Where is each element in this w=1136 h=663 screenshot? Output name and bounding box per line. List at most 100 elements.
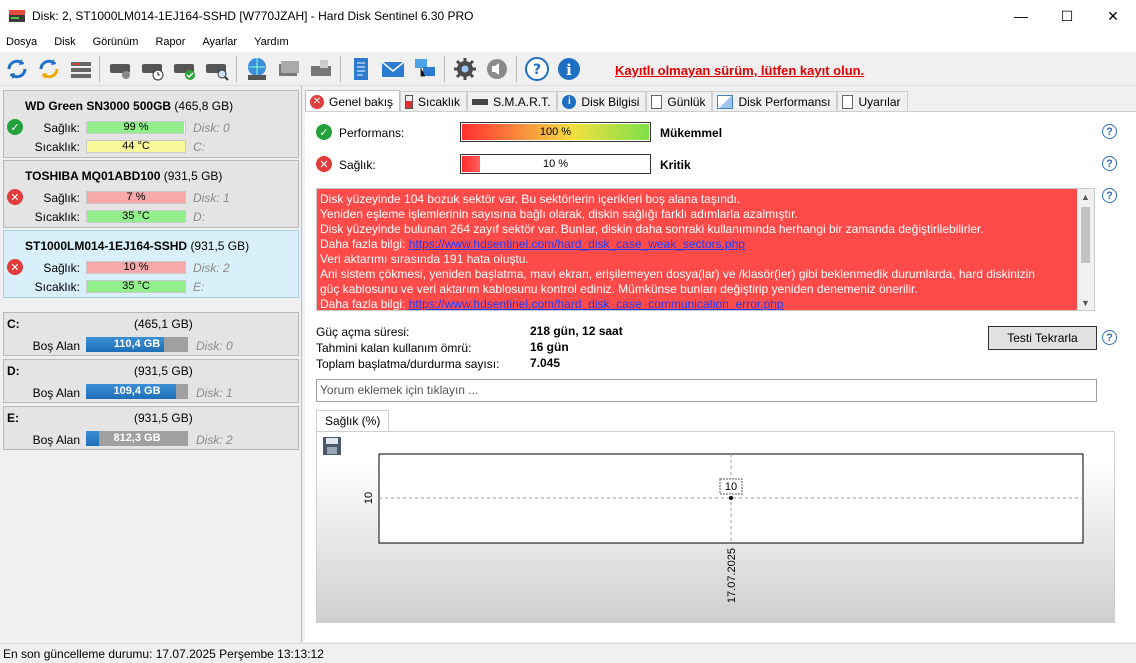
sound-icon[interactable]: [484, 56, 510, 82]
disk-size: (931,5 GB): [163, 169, 223, 183]
volume-letter: C:: [7, 317, 20, 331]
menu-disk[interactable]: Disk: [54, 36, 75, 48]
maximize-button[interactable]: ☐: [1044, 0, 1090, 32]
volume-letter: D:: [7, 364, 20, 378]
data-point: [729, 496, 733, 500]
message-line: Veri aktarımı sırasında 191 hata oluştu.: [320, 252, 529, 266]
disk-export-icon[interactable]: [308, 56, 334, 82]
performance-bar: 100 %: [460, 122, 651, 142]
chevron-down-icon[interactable]: ▼: [1081, 298, 1090, 308]
help-icon[interactable]: ?: [1102, 330, 1117, 345]
health-value: 10 %: [123, 261, 149, 273]
drive-letter: E:: [193, 280, 205, 294]
free-space-bar: 812,3 GB: [86, 431, 188, 446]
network-disk-icon[interactable]: [244, 56, 270, 82]
status-message-box: Disk yüzeyinde 104 bozuk sektör var. Bu …: [316, 188, 1095, 311]
start-stop-label: Toplam başlatma/durdurma sayısı:: [316, 357, 500, 371]
temperature-value: 44 °C: [122, 140, 150, 152]
menu-rapor[interactable]: Rapor: [155, 36, 185, 48]
disk-info-icon[interactable]: [276, 56, 302, 82]
gear-icon[interactable]: [452, 56, 478, 82]
temperature-value: 35 °C: [122, 280, 150, 292]
free-space-bar: 110,4 GB: [86, 337, 188, 352]
toolbar: ? i Kayıtlı olmayan sürüm, lütfen kayıt …: [0, 52, 1136, 86]
menu-gorunum[interactable]: Görünüm: [93, 36, 139, 48]
message-scrollbar[interactable]: ▲ ▼: [1077, 189, 1094, 310]
comment-input[interactable]: Yorum eklemek için tıklayın ...: [316, 379, 1097, 402]
tab-log[interactable]: Günlük: [646, 91, 713, 112]
health-value: 99 %: [123, 121, 149, 133]
free-space-label: Boş Alan: [32, 433, 80, 447]
svg-text:?: ?: [533, 62, 541, 78]
minimize-button[interactable]: —: [998, 0, 1044, 32]
temperature-bar: 44 °C: [86, 140, 186, 153]
disk-number: Disk: 0: [196, 339, 233, 353]
disk-card[interactable]: WD Green SN3000 500GB (465,8 GB) ✓ Sağlı…: [3, 90, 299, 158]
save-icon[interactable]: [323, 437, 341, 455]
disk-search-icon[interactable]: [204, 56, 230, 82]
disk-check-icon[interactable]: [172, 56, 198, 82]
tab-overview[interactable]: ✕ Genel bakış: [305, 90, 401, 112]
tab-smart[interactable]: S.M.A.R.T.: [467, 91, 558, 112]
help-icon[interactable]: ?: [1102, 188, 1117, 203]
performance-label: Performans:: [339, 126, 405, 140]
unregistered-link[interactable]: Kayıtlı olmayan sürüm, lütfen kayıt olun…: [615, 63, 864, 78]
free-space-bar: 109,4 GB: [86, 384, 188, 399]
y-tick-label: 10: [363, 492, 375, 504]
thermometer-icon: [405, 95, 414, 109]
chart-tab-health[interactable]: Sağlık (%): [316, 410, 390, 432]
refresh-icon[interactable]: [4, 56, 30, 82]
disk-card[interactable]: TOSHIBA MQ01ABD100 (931,5 GB) ✕ Sağlık: …: [3, 160, 299, 228]
disk-card-selected[interactable]: ST1000LM014-1EJ164-SSHD (931,5 GB) ✕ Sağ…: [3, 230, 299, 298]
refresh-all-icon[interactable]: [36, 56, 62, 82]
close-button[interactable]: ✕: [1090, 0, 1136, 32]
disk-schedule-icon[interactable]: [140, 56, 166, 82]
temperature-label: Sıcaklık:: [34, 280, 80, 294]
data-label: 10: [725, 481, 737, 493]
chevron-up-icon[interactable]: ▲: [1081, 192, 1090, 202]
error-icon: ✕: [316, 156, 332, 172]
health-value: 7 %: [126, 191, 146, 203]
network-icon[interactable]: [412, 56, 438, 82]
tab-temperature[interactable]: Sıcaklık: [400, 91, 468, 112]
temperature-label: Sıcaklık:: [34, 140, 80, 154]
tab-alerts[interactable]: Uyarılar: [837, 91, 908, 112]
disk-list-icon[interactable]: [68, 56, 94, 82]
volume-card[interactable]: E: (931,5 GB) Boş Alan 812,3 GB Disk: 2: [3, 406, 299, 450]
tab-disk-info[interactable]: i Disk Bilgisi: [557, 91, 647, 112]
menu-dosya[interactable]: Dosya: [6, 36, 37, 48]
message-line: güç kablosunu ve veri aktarım kablosunu …: [320, 282, 918, 296]
menu-yardim[interactable]: Yardım: [254, 36, 289, 48]
performance-rating: Mükemmel: [660, 126, 723, 140]
health-chart: 10 10 17.07.2025: [316, 431, 1115, 623]
help-icon[interactable]: ?: [524, 56, 550, 82]
retest-button[interactable]: Testi Tekrarla: [988, 326, 1097, 350]
volume-card[interactable]: C: (465,1 GB) Boş Alan 110,4 GB Disk: 0: [3, 312, 299, 356]
drive-letter: C:: [193, 140, 205, 154]
health-label: Sağlık:: [43, 261, 80, 275]
error-icon: ✕: [310, 94, 324, 109]
volume-card[interactable]: D: (931,5 GB) Boş Alan 109,4 GB Disk: 1: [3, 359, 299, 403]
health-bar: 7 %: [86, 191, 186, 204]
remaining-life-value: 16 gün: [530, 340, 569, 354]
menu-bar: Dosya Disk Görünüm Rapor Ayarlar Yardım: [0, 32, 1136, 52]
menu-ayarlar[interactable]: Ayarlar: [202, 36, 237, 48]
document-icon: [651, 95, 663, 109]
disk-name: TOSHIBA MQ01ABD100: [25, 169, 161, 183]
health-chart-svg: 10 10 17.07.2025: [323, 437, 1084, 603]
tab-disk-performance[interactable]: Disk Performansı: [712, 91, 838, 112]
weak-sectors-link[interactable]: https://www.hdsentinel.com/hard_disk_cas…: [409, 237, 745, 251]
disk-test-icon[interactable]: [108, 56, 134, 82]
communication-error-link[interactable]: https://www.hdsentinel.com/hard_disk_cas…: [409, 297, 784, 310]
volume-letter: E:: [7, 411, 19, 425]
alert-document-icon: [842, 95, 854, 109]
info-icon[interactable]: i: [556, 56, 582, 82]
temperature-value: 35 °C: [122, 210, 150, 222]
mail-icon[interactable]: [380, 56, 406, 82]
help-icon[interactable]: ?: [1102, 124, 1117, 139]
chart-icon: [717, 95, 734, 109]
report-icon[interactable]: [348, 56, 374, 82]
free-space-label: Boş Alan: [32, 339, 80, 353]
message-line: Disk yüzeyinde bulunan 264 zayıf sektör …: [320, 222, 984, 236]
help-icon[interactable]: ?: [1102, 156, 1117, 171]
